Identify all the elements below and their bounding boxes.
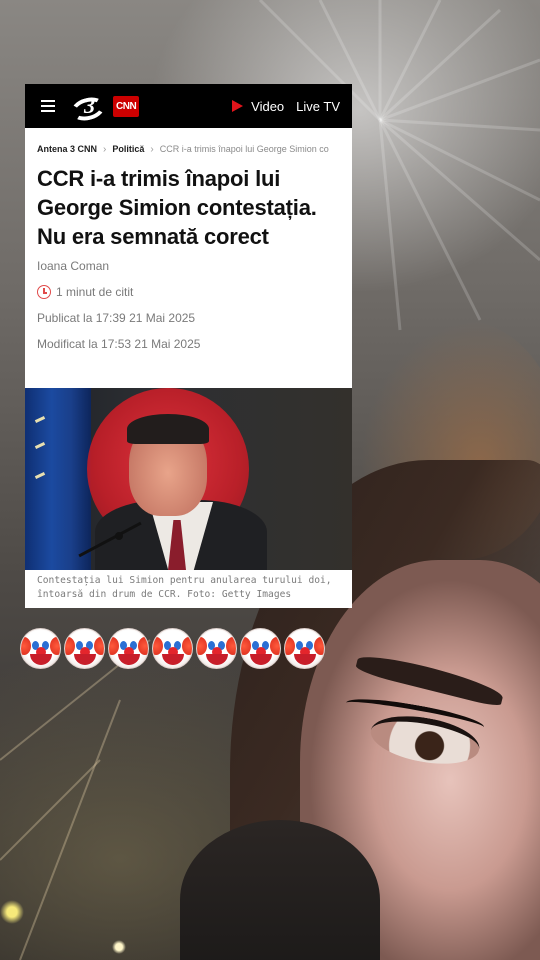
read-time-label: 1 minut de citit <box>56 285 134 299</box>
breadcrumb: Antena 3 CNN › Politică › CCR i-a trimis… <box>37 143 340 155</box>
clown-face-icon <box>20 628 61 669</box>
read-time: 1 minut de citit <box>37 285 340 299</box>
clown-face-icon <box>152 628 193 669</box>
site-logo[interactable]: 3 CNN <box>68 92 140 125</box>
nav-video-link[interactable]: Video <box>251 99 284 114</box>
bokeh-light <box>0 900 24 924</box>
play-icon[interactable] <box>232 100 244 112</box>
chevron-right-icon: › <box>103 143 107 155</box>
person-hair <box>127 414 209 444</box>
antena3-logo-mark: 3 <box>68 92 111 125</box>
clown-face-icon <box>284 628 325 669</box>
article-headline: CCR i-a trimis înapoi lui George Simion … <box>37 166 317 249</box>
breadcrumb-current: CCR i-a trimis înapoi lui George Simion … <box>159 144 329 154</box>
published-date: Publicat la 17:39 21 Mai 2025 <box>37 311 196 325</box>
modified-date: Modificat la 17:53 21 Mai 2025 <box>37 337 201 351</box>
eu-flag <box>25 388 91 570</box>
article-photo[interactable] <box>25 388 352 570</box>
article-author[interactable]: Ioana Coman <box>37 259 340 273</box>
news-article-card[interactable]: 3 CNN Video Live TV Antena 3 CNN › Polit… <box>25 84 352 608</box>
menu-icon[interactable] <box>41 100 55 112</box>
photo-caption: Contestația lui Simion pentru anularea t… <box>37 575 332 600</box>
breadcrumb-home[interactable]: Antena 3 CNN <box>37 144 97 154</box>
clock-icon <box>37 285 51 299</box>
emoji-row <box>20 628 325 669</box>
breadcrumb-section[interactable]: Politică <box>112 144 144 154</box>
clown-face-icon <box>64 628 105 669</box>
nav-live-tv-link[interactable]: Live TV <box>296 99 340 114</box>
clown-face-icon <box>196 628 237 669</box>
chevron-right-icon: › <box>150 143 154 155</box>
bokeh-light <box>112 940 126 954</box>
site-header: 3 CNN Video Live TV <box>25 84 352 128</box>
microphone-head <box>115 532 123 540</box>
clown-face-icon <box>240 628 281 669</box>
cnn-logo: CNN <box>113 95 140 117</box>
clown-face-icon <box>108 628 149 669</box>
